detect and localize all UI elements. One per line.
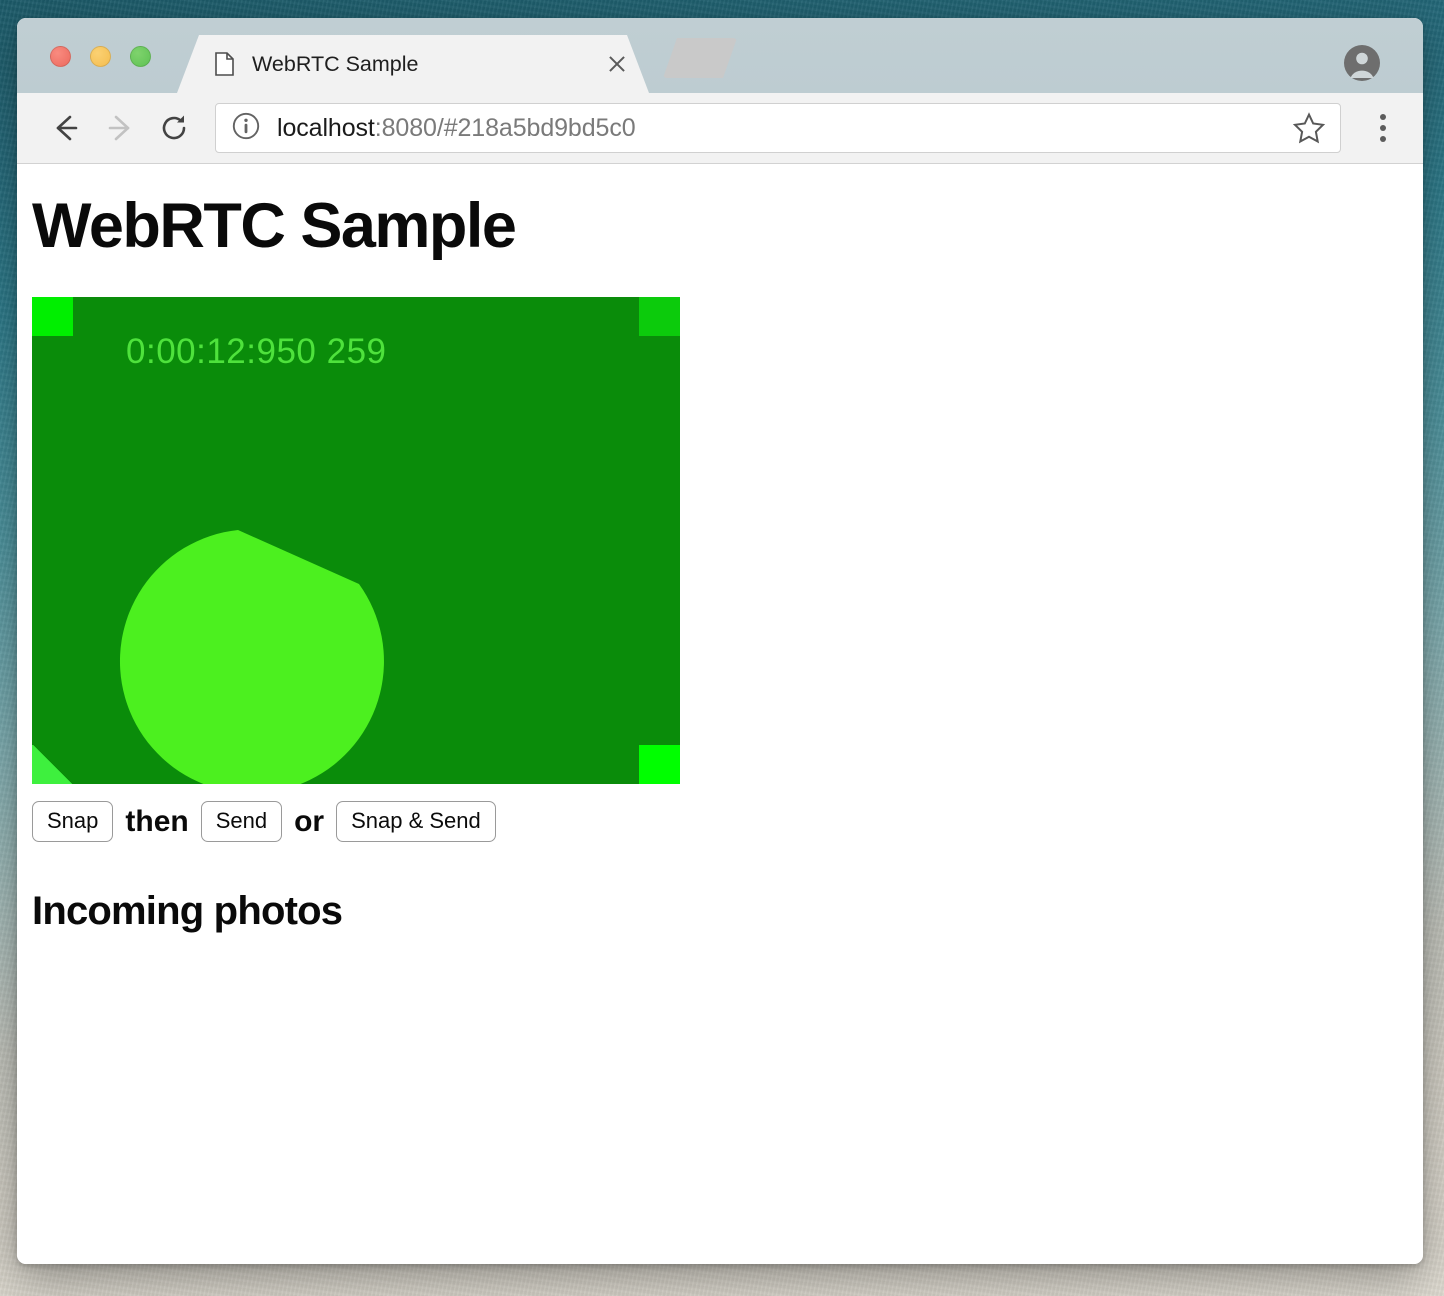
page-title: WebRTC Sample xyxy=(32,191,517,261)
tab-title: WebRTC Sample xyxy=(252,51,419,76)
browser-window: WebRTC Sample localhost:8080/#218a5bd9bd… xyxy=(17,18,1423,1264)
url-host: localhost xyxy=(277,113,375,142)
url-text: localhost:8080/#218a5bd9bd5c0 xyxy=(277,114,1292,143)
photo-controls: Snap then Send or Snap & Send xyxy=(32,801,1423,843)
url-path: :8080/#218a5bd9bd5c0 xyxy=(374,113,636,142)
desktop-background: WebRTC Sample localhost:8080/#218a5bd9bd… xyxy=(0,0,1444,1296)
close-icon[interactable] xyxy=(603,50,631,78)
tab-strip: WebRTC Sample xyxy=(17,18,1423,93)
browser-toolbar: localhost:8080/#218a5bd9bd5c0 xyxy=(17,93,1423,164)
local-video-preview[interactable]: 0:00:12:950 259 xyxy=(32,297,680,785)
menu-dot xyxy=(1380,114,1386,120)
document-icon xyxy=(215,52,234,76)
browser-tab-webrtc-sample[interactable]: WebRTC Sample xyxy=(177,35,649,93)
three-dot-menu-icon[interactable] xyxy=(1361,103,1405,153)
info-circle-icon[interactable] xyxy=(232,112,260,145)
new-tab-icon[interactable] xyxy=(663,38,737,78)
menu-dot xyxy=(1380,125,1386,131)
window-traffic-lights xyxy=(50,46,151,67)
zoom-window-button[interactable] xyxy=(130,46,151,67)
forward-arrow-icon xyxy=(93,101,147,155)
address-bar[interactable]: localhost:8080/#218a5bd9bd5c0 xyxy=(215,103,1341,153)
minimize-window-button[interactable] xyxy=(90,46,111,67)
then-label: then xyxy=(125,804,189,838)
profile-avatar-icon[interactable] xyxy=(1343,44,1381,82)
incoming-photos-heading: Incoming photos xyxy=(32,889,343,934)
snap-and-send-button[interactable]: Snap & Send xyxy=(336,801,496,843)
page-content: WebRTC Sample 0:00:12:950 259 Snap then … xyxy=(17,164,1423,1264)
bookmark-star-icon[interactable] xyxy=(1292,111,1326,145)
reload-icon[interactable] xyxy=(147,101,201,155)
or-label: or xyxy=(294,804,325,838)
incoming-photos-container xyxy=(32,948,1423,988)
back-arrow-icon[interactable] xyxy=(39,101,93,155)
video-timestamp-overlay: 0:00:12:950 259 xyxy=(126,332,387,372)
snap-button[interactable]: Snap xyxy=(32,801,114,843)
menu-dot xyxy=(1380,136,1386,142)
send-button[interactable]: Send xyxy=(200,801,283,843)
close-window-button[interactable] xyxy=(50,46,71,67)
